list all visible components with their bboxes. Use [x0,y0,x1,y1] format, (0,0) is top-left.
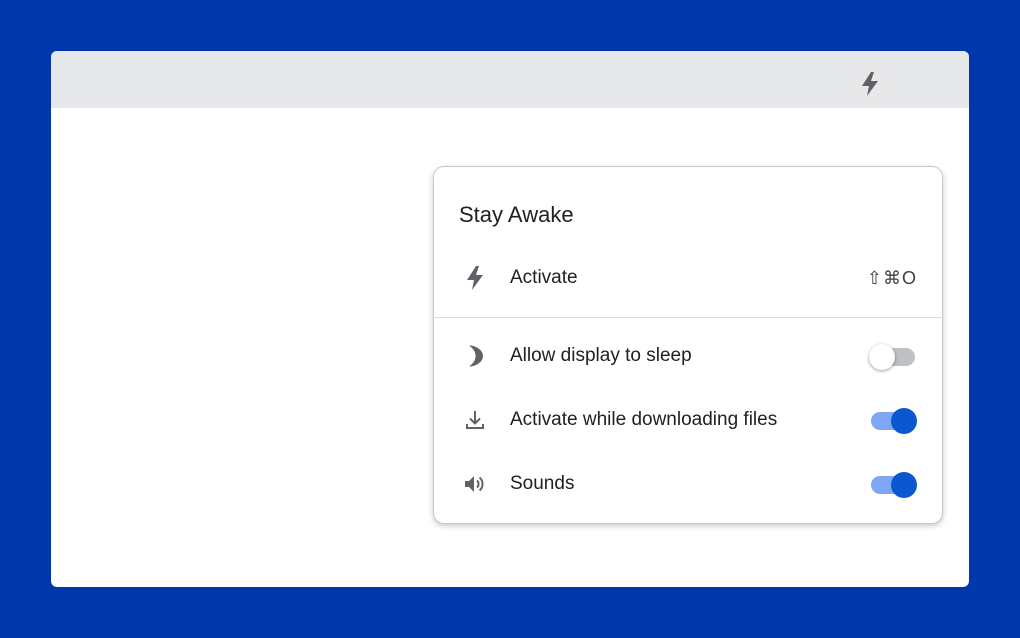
download-icon [461,406,489,434]
activate-label: Activate [510,267,578,288]
activate-downloading-toggle[interactable] [869,406,917,434]
stay-awake-popup: Stay Awake Activate ⇧⌘O Allow display to… [433,166,943,524]
setting-row-allow-display-sleep[interactable]: Allow display to sleep [434,336,942,376]
browser-toolbar [51,51,969,108]
moon-icon [461,342,489,370]
speaker-icon [461,470,489,498]
sounds-toggle[interactable] [869,470,917,498]
allow-display-sleep-toggle[interactable] [869,342,917,370]
toggle-knob [891,408,917,434]
toggle-knob [891,472,917,498]
activate-row[interactable]: Activate ⇧⌘O [434,258,942,298]
popup-title: Stay Awake [459,202,574,227]
setting-label: Sounds [510,473,575,494]
bolt-icon [461,264,489,292]
bolt-icon [859,71,881,102]
setting-row-activate-downloading[interactable]: Activate while downloading files [434,400,942,440]
extension-button[interactable] [851,67,889,105]
setting-row-sounds[interactable]: Sounds [434,464,942,504]
activate-shortcut: ⇧⌘O [866,267,917,288]
setting-label: Activate while downloading files [510,409,778,430]
divider [434,317,942,318]
toggle-knob [869,344,895,370]
setting-label: Allow display to sleep [510,345,692,366]
